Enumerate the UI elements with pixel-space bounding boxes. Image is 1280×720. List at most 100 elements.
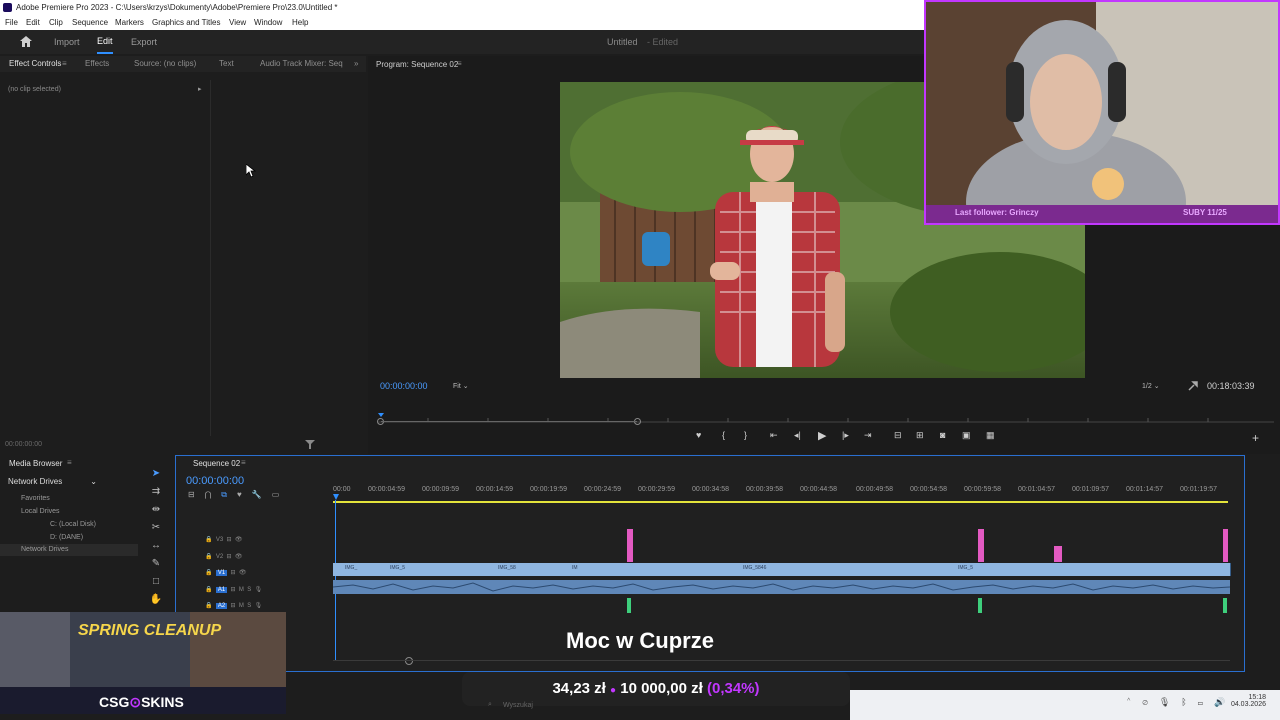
audio-clip[interactable]: [627, 598, 631, 613]
tab-text[interactable]: Text: [219, 56, 234, 72]
panel-overflow-icon[interactable]: »: [354, 56, 358, 72]
tab-audio-mixer[interactable]: Audio Track Mixer: Seq: [260, 56, 343, 72]
hand-tool-icon[interactable]: ✋: [147, 591, 165, 609]
go-to-out-icon[interactable]: ⇥: [864, 430, 872, 441]
media-browser-tab[interactable]: Media Browser: [9, 459, 62, 468]
mic-icon[interactable]: 🎙: [1159, 697, 1181, 707]
sequence-tab[interactable]: Sequence 02: [193, 459, 240, 468]
bluetooth-icon[interactable]: ᛒ: [1181, 697, 1197, 707]
tree-d-drive[interactable]: D: (DANE): [50, 534, 83, 541]
add-button-icon[interactable]: +: [1252, 431, 1259, 445]
ripple-edit-icon[interactable]: ⇹: [147, 501, 165, 519]
lock-icon[interactable]: 🔒: [205, 554, 212, 560]
import-tab[interactable]: Import: [54, 30, 80, 54]
track-label-a1[interactable]: A1: [215, 586, 228, 593]
panel-menu-icon[interactable]: ≡: [62, 56, 67, 72]
video-clip[interactable]: [1023, 563, 1084, 576]
solo-toggle[interactable]: S: [247, 587, 251, 593]
lock-icon[interactable]: 🔒: [205, 537, 212, 543]
program-menu-icon[interactable]: ≡: [457, 59, 462, 68]
filter-icon[interactable]: [305, 440, 315, 449]
lift-icon[interactable]: ⊟: [894, 430, 902, 441]
timeline-settings-icon[interactable]: 🔧: [252, 490, 272, 499]
edit-tab[interactable]: Edit: [97, 30, 113, 54]
mark-out-icon[interactable]: }: [744, 430, 747, 440]
lock-icon[interactable]: 🔒: [205, 603, 212, 609]
menu-markers[interactable]: Markers: [115, 16, 144, 30]
menu-help[interactable]: Help: [292, 16, 308, 30]
video-clip[interactable]: [1083, 563, 1154, 576]
step-back-icon[interactable]: ◂|: [794, 430, 801, 441]
add-marker-icon[interactable]: ♥: [237, 490, 252, 499]
chevron-up-icon[interactable]: ⌃: [1126, 697, 1142, 707]
solo-toggle[interactable]: S: [247, 603, 251, 609]
video-clip[interactable]: [648, 563, 729, 576]
audio-clip[interactable]: [978, 598, 982, 613]
extract-icon[interactable]: ⊞: [916, 430, 924, 441]
program-time-ruler[interactable]: [378, 412, 1274, 424]
program-timecode[interactable]: 00:00:00:00: [380, 381, 428, 391]
nest-icon[interactable]: ⊟: [188, 490, 205, 499]
tree-network-drives[interactable]: Network Drives: [21, 546, 68, 553]
mic-icon[interactable]: 🎙: [255, 603, 263, 609]
toggle-sync-icon[interactable]: ⊟: [231, 570, 236, 576]
tab-effect-controls[interactable]: Effect Controls: [9, 56, 61, 72]
playhead[interactable]: [333, 494, 339, 500]
track-select-icon[interactable]: ⇉: [147, 483, 165, 501]
toggle-sync-icon[interactable]: ⊟: [227, 554, 232, 560]
menu-sequence[interactable]: Sequence: [72, 16, 108, 30]
eye-icon[interactable]: 👁: [239, 570, 247, 576]
audio-waveform[interactable]: [332, 580, 1231, 594]
toggle-sync-icon[interactable]: ⊟: [231, 587, 236, 593]
linked-selection-icon[interactable]: ⧉: [221, 490, 237, 499]
snap-icon[interactable]: ⋂: [205, 490, 222, 499]
mark-in-icon[interactable]: {: [722, 430, 725, 440]
zoom-fit-select[interactable]: Fit ⌄: [453, 382, 469, 390]
resolution-select[interactable]: 1/2 ⌄: [1142, 382, 1160, 390]
proxy-toggle-icon[interactable]: ▦: [986, 430, 995, 441]
toggle-sync-icon[interactable]: ⊟: [227, 537, 232, 543]
video-clip[interactable]: [438, 563, 494, 576]
video-clip[interactable]: [413, 563, 439, 576]
timeline-zoom-handle[interactable]: [405, 657, 413, 665]
selection-tool-icon[interactable]: ➤: [147, 465, 165, 483]
mic-icon[interactable]: 🎙: [255, 587, 263, 593]
menu-file[interactable]: File: [5, 16, 18, 30]
zoom-bar[interactable]: [381, 421, 637, 422]
track-label-v2[interactable]: V2: [216, 554, 223, 560]
razor-tool-icon[interactable]: ✂: [147, 519, 165, 537]
graphic-clip[interactable]: [627, 529, 633, 562]
work-area-bar[interactable]: [333, 501, 1228, 503]
marker-icon[interactable]: ♥: [696, 430, 701, 440]
graphic-clip[interactable]: [978, 529, 984, 562]
clock[interactable]: 15:18 04.03.2026: [1230, 694, 1266, 708]
lock-icon[interactable]: 🔒: [205, 570, 212, 576]
expand-icon[interactable]: ▸: [198, 85, 202, 93]
menu-graphics[interactable]: Graphics and Titles: [152, 16, 220, 30]
home-icon[interactable]: [20, 36, 32, 47]
track-label-a2[interactable]: A2: [215, 603, 228, 609]
video-clip[interactable]: [973, 563, 1024, 576]
video-clip[interactable]: [578, 563, 649, 576]
play-icon[interactable]: ▶: [818, 429, 826, 442]
tree-c-drive[interactable]: C: (Local Disk): [50, 521, 96, 528]
captions-icon[interactable]: ▭: [272, 490, 290, 499]
export-tab[interactable]: Export: [131, 30, 157, 54]
wrench-icon[interactable]: [1188, 381, 1198, 391]
mute-toggle[interactable]: M: [239, 603, 244, 609]
menu-clip[interactable]: Clip: [49, 16, 63, 30]
graphic-clip[interactable]: [1054, 546, 1062, 562]
track-label-v1[interactable]: V1: [215, 570, 228, 576]
sequence-menu-icon[interactable]: ≡: [241, 458, 246, 467]
timeline-scrollbar[interactable]: [333, 660, 1230, 661]
network-icon[interactable]: ▭: [1198, 697, 1214, 707]
video-clip[interactable]: [1153, 563, 1231, 576]
rectangle-tool-icon[interactable]: □: [147, 573, 165, 591]
track-label-v3[interactable]: V3: [216, 537, 223, 543]
comparison-view-icon[interactable]: ▣: [962, 430, 971, 441]
timeline-timecode[interactable]: 00:00:00:00: [186, 475, 244, 487]
media-browser-menu-icon[interactable]: ≡: [67, 458, 72, 467]
export-frame-icon[interactable]: ◙: [940, 430, 945, 440]
audio-clip[interactable]: [1223, 598, 1227, 613]
pen-tool-icon[interactable]: ✎: [147, 555, 165, 573]
